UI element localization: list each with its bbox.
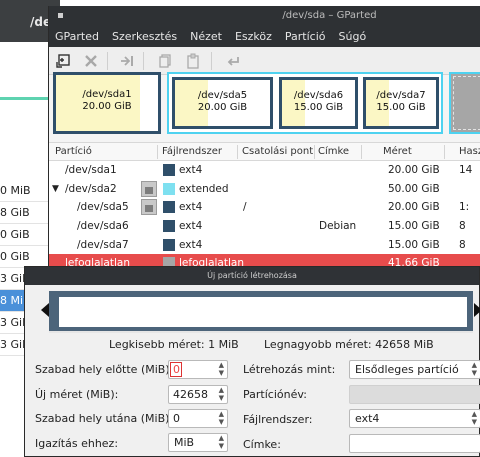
spinner-arrows-icon[interactable]: ▲ ▼ [219,361,224,377]
fs-color-swatch [163,182,175,195]
partition-table: /dev/sda1 ext4 20.00 GiB 14 ▼ /dev/sda2 … [49,161,480,274]
table-row[interactable]: /dev/sda1 ext4 20.00 GiB 14 [49,161,480,180]
free-after-label: Szabad hely utána (MiB): [35,412,174,425]
disk-map-partition[interactable]: /dev/sda5 20.00 GiB [172,77,273,129]
lock-icon [141,180,157,197]
window-title: /dev/sda – GParted [282,10,377,21]
table-row[interactable]: /dev/sda7 ext4 15.00 GiB 8 [49,235,480,255]
max-size-label: Legnagyobb méret: 42658 MiB [264,338,434,351]
column-header[interactable]: Partíció [55,146,92,157]
spinner-arrows-icon[interactable]: ▲ ▼ [219,410,224,426]
menu-edit[interactable]: Szerkesztés [112,30,177,43]
column-header[interactable]: Hasz [459,146,480,157]
dialog-title[interactable]: Új partíció létrehozása [25,267,479,285]
partition-size-visual [39,289,480,341]
toolbar-separator [107,52,108,70]
table-row[interactable]: /dev/sda6 ext4 Debian 15.00 GiB 8 [49,217,480,236]
disk-map-partition[interactable]: /dev/sda1 20.00 GiB [53,72,161,134]
new-size-label: Új méret (MiB): [35,388,119,401]
create-as-label: Létrehozás mint: [243,363,336,376]
column-header[interactable]: Csatolási pont [242,146,313,157]
fs-color-swatch [163,164,175,176]
column-header[interactable]: Fájlrendszer [162,146,222,157]
free-after-spinner[interactable]: 0 ▲ ▼ [168,409,228,428]
fs-color-swatch [163,220,175,233]
align-combo[interactable]: MiB ▲ ▼ [168,433,228,452]
toolbar [49,47,480,75]
spinner-arrows-icon[interactable]: ▲ ▼ [219,386,224,402]
disk-map-label: /dev/sda7 15.00 GiB [376,90,426,113]
disk-map-partition[interactable]: /dev/sda7 15.00 GiB [363,77,439,129]
expander-icon[interactable]: ▼ [52,184,59,194]
right-drag-handle-icon[interactable] [474,303,480,317]
partition-size-inner [59,297,467,327]
combo-arrows-icon: ▲ ▼ [471,361,477,377]
menu-view[interactable]: Nézet [190,30,222,43]
new-partition-dialog: Új partíció létrehozása Legkisebb méret:… [24,266,480,457]
fs-color-swatch [163,238,175,251]
combo-arrows-icon: ▲ ▼ [218,434,224,450]
resize-move-icon[interactable] [119,53,135,69]
min-size-label: Legkisebb méret: 1 MiB [109,338,239,351]
free-before-spinner[interactable]: 0 ▲ ▼ [168,360,228,379]
menu-help[interactable]: Súgó [339,30,367,43]
menu-device[interactable]: Eszköz [235,30,272,43]
new-size-spinner[interactable]: 42658 ▲ ▼ [168,385,228,404]
column-header[interactable]: Címke [318,146,349,157]
left-drag-handle-icon[interactable] [41,303,49,317]
paste-icon[interactable] [185,53,201,69]
menu-partition[interactable]: Partíció [285,30,326,43]
copy-icon[interactable] [157,53,173,69]
free-before-label: Szabad hely előtte (MiB): [35,363,174,376]
label-label: Címke: [243,438,281,451]
table-row[interactable]: /dev/sda5 ext4 / 20.00 GiB 1: [49,198,480,218]
delete-icon[interactable] [83,53,99,69]
create-as-combo[interactable]: Elsődleges partíció ▲ ▼ [349,360,480,379]
disk-map-label: /dev/sda1 20.00 GiB [82,89,132,112]
filesystem-label: Fájlrendszer: [243,413,313,426]
combo-arrows-icon: ▲ ▼ [471,410,477,426]
fs-color-swatch [163,201,175,214]
undo-icon[interactable] [225,53,241,69]
menubar: GParted Szerkesztés Nézet Eszköz Partíci… [49,26,480,47]
toolbar-separator [143,52,144,70]
filesystem-combo[interactable]: ext4 ▲ ▼ [349,409,480,428]
toolbar-separator [211,52,212,70]
column-header[interactable]: Méret [383,146,412,157]
partition-name-label: Partíciónév: [243,388,307,401]
new-partition-icon[interactable] [55,53,71,69]
lock-icon [141,199,157,216]
disk-map-label: /dev/sda5 20.00 GiB [197,90,248,113]
disk-map-label: /dev/sda6 15.00 GiB [293,90,344,113]
gparted-titlebar[interactable]: /dev/sda – GParted [49,6,480,26]
partition-name-input[interactable] [349,385,480,404]
extended-partition-block[interactable]: /dev/sda5 20.00 GiB /dev/sda6 15.00 GiB /d… [167,72,443,134]
partition-table-header: Partíció Fájlrendszer Csatolási pont Cím… [49,142,480,161]
disk-map-partition[interactable]: /dev/sda6 15.00 GiB [279,77,358,129]
align-label: Igazítás ehhez: [35,437,119,450]
menu-gparted[interactable]: GParted [55,30,99,43]
disk-map: /dev/sda1 20.00 GiB /dev/sda5 20.00 GiB /d… [53,72,480,134]
table-row[interactable]: ▼ /dev/sda2 extended 50.00 GiB [49,179,480,199]
label-input[interactable] [349,434,480,453]
disk-map-unallocated[interactable] [449,72,480,134]
